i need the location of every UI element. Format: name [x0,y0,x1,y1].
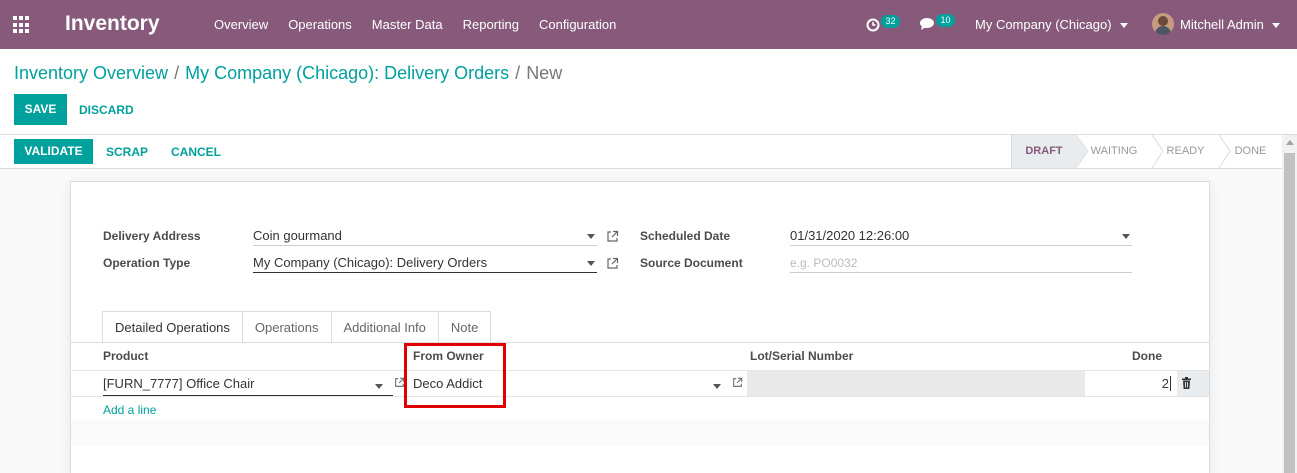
delete-row-button[interactable] [1177,371,1209,396]
message-count-badge: 10 [936,14,955,27]
done-cell[interactable]: 2 [1086,371,1177,396]
main-menu: Overview Operations Master Data Reportin… [214,17,636,32]
dropdown-arrow-icon[interactable] [1122,234,1130,239]
dropdown-arrow-icon[interactable] [375,384,383,389]
column-product[interactable]: Product [103,349,148,363]
user-menu[interactable]: Mitchell Admin [1180,17,1280,32]
breadcrumb-inventory-overview[interactable]: Inventory Overview [14,63,168,83]
apps-menu-icon[interactable] [13,16,31,34]
operation-type-label: Operation Type [103,256,191,270]
state-chevrons [1075,135,1231,168]
avatar[interactable] [1152,13,1174,35]
company-switcher[interactable]: My Company (Chicago) [975,17,1128,32]
company-name: My Company (Chicago) [975,17,1112,32]
scheduled-date-value: 01/31/2020 12:26:00 [790,228,910,243]
operation-type-value: My Company (Chicago): Delivery Orders [253,255,488,270]
menu-reporting[interactable]: Reporting [463,17,519,32]
messages-button[interactable]: 10 [919,14,955,31]
tab-detailed-operations[interactable]: Detailed Operations [102,311,243,343]
menu-configuration[interactable]: Configuration [539,17,616,32]
validate-button[interactable]: VALIDATE [14,139,93,164]
delivery-address-label: Delivery Address [103,229,201,243]
external-link-icon[interactable] [606,230,619,243]
scheduled-date-label: Scheduled Date [640,229,731,243]
chevron-down-icon [1119,23,1128,29]
app-title: Inventory [65,12,160,35]
external-link-icon[interactable] [732,377,743,388]
scroll-up-icon[interactable] [1286,140,1294,145]
highlight-box [404,343,506,408]
row-divider [71,396,1209,397]
external-link-icon[interactable] [606,257,619,270]
breadcrumb-separator: / [515,63,521,83]
table-footer [71,420,1209,446]
column-lot-serial[interactable]: Lot/Serial Number [750,349,853,363]
breadcrumb-separator: / [174,63,180,83]
chevron-down-icon [1271,23,1280,29]
menu-overview[interactable]: Overview [214,17,268,32]
delivery-address-value: Coin gourmand [253,228,342,243]
done-value: 2 [1161,376,1171,391]
tab-operations[interactable]: Operations [242,311,332,343]
trash-icon [1182,377,1191,389]
chat-icon [920,17,934,30]
add-line-link[interactable]: Add a line [103,403,156,417]
scrap-button[interactable]: SCRAP [106,145,148,159]
activity-button[interactable]: 32 [866,15,900,32]
tabs-divider [71,342,1209,343]
lot-serial-cell[interactable] [747,371,1085,396]
column-done[interactable]: Done [1132,349,1162,363]
discard-button[interactable]: DISCARD [79,103,134,117]
activity-count-badge: 32 [881,15,900,28]
scroll-thumb[interactable] [1284,153,1295,473]
product-cell[interactable]: [FURN_7777] Office Chair [103,376,393,396]
breadcrumb-delivery-orders[interactable]: My Company (Chicago): Delivery Orders [185,63,509,83]
delivery-address-field[interactable]: Coin gourmand [253,226,597,246]
status-bar: VALIDATE SCRAP CANCEL DRAFT WAITING READ… [0,135,1297,169]
breadcrumb-current: New [526,63,563,83]
operation-type-field[interactable]: My Company (Chicago): Delivery Orders [253,253,597,273]
save-button[interactable]: SAVE [14,94,67,125]
user-name: Mitchell Admin [1180,17,1264,32]
top-navbar: Inventory Overview Operations Master Dat… [0,0,1297,49]
breadcrumb: Inventory Overview / My Company (Chicago):… [14,63,562,84]
tab-additional-info[interactable]: Additional Info [331,311,439,343]
notebook-tabs: Detailed Operations Operations Additiona… [102,311,492,343]
clock-icon [866,18,880,32]
product-value: [FURN_7777] Office Chair [103,376,255,391]
tab-note[interactable]: Note [438,311,492,343]
menu-master-data[interactable]: Master Data [372,17,443,32]
source-document-field[interactable]: e.g. PO0032 [790,253,1132,273]
menu-operations[interactable]: Operations [288,17,352,32]
source-document-placeholder: e.g. PO0032 [790,256,858,270]
cancel-button[interactable]: CANCEL [171,145,221,159]
source-document-label: Source Document [640,256,743,270]
dropdown-arrow-icon[interactable] [713,384,721,389]
scrollbar[interactable] [1282,135,1297,473]
dropdown-arrow-icon[interactable] [587,261,595,266]
scheduled-date-field[interactable]: 01/31/2020 12:26:00 [790,226,1132,246]
dropdown-arrow-icon[interactable] [587,234,595,239]
